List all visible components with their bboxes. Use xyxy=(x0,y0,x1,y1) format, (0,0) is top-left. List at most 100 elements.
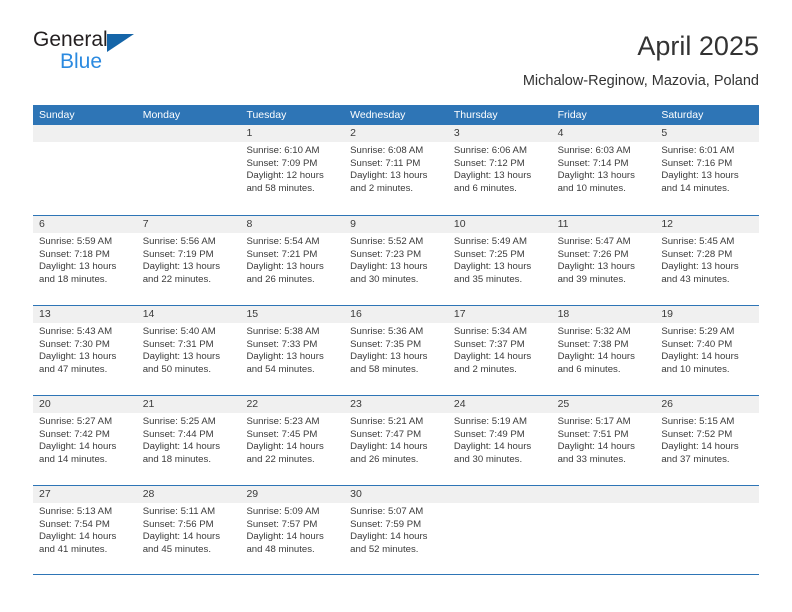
calendar-day-cell[interactable]: 23 Sunrise: 5:21 AM Sunset: 7:47 PM Dayligh… xyxy=(344,396,448,485)
calendar-day-cell[interactable]: 11 Sunrise: 5:47 AM Sunset: 7:26 PM Dayligh… xyxy=(551,216,656,305)
daylight-duration-line2: and 33 minutes. xyxy=(557,453,626,465)
day-sun-info: Sunrise: 5:29 AM Sunset: 7:40 PM Daylight:… xyxy=(655,323,759,376)
sunrise-time: Sunrise: 5:11 AM xyxy=(142,506,216,517)
daylight-duration-line2: and 37 minutes. xyxy=(661,453,730,465)
calendar-day-cell[interactable]: 14 Sunrise: 5:40 AM Sunset: 7:31 PM Dayligh… xyxy=(136,306,241,395)
calendar-day-cell[interactable]: 30 Sunrise: 5:07 AM Sunset: 7:59 PM Dayligh… xyxy=(344,486,448,574)
daylight-duration-line1: Daylight: 14 hours xyxy=(350,441,428,453)
day-number: 19 xyxy=(655,306,760,323)
calendar-day-cell[interactable]: 4 Sunrise: 6:03 AM Sunset: 7:14 PM Daylight… xyxy=(551,125,656,215)
daylight-duration-line2: and 26 minutes. xyxy=(246,273,315,285)
calendar-day-cell[interactable]: 27 Sunrise: 5:13 AM Sunset: 7:54 PM Dayligh… xyxy=(33,486,137,574)
calendar-day-cell[interactable]: 15 Sunrise: 5:38 AM Sunset: 7:33 PM Dayligh… xyxy=(240,306,345,395)
daylight-duration-line2: and 14 minutes. xyxy=(39,453,108,465)
calendar-day-cell[interactable]: 18 Sunrise: 5:32 AM Sunset: 7:38 PM Dayligh… xyxy=(551,306,656,395)
general-blue-logo[interactable]: General Blue xyxy=(33,28,163,78)
sunrise-time: Sunrise: 5:25 AM xyxy=(142,416,216,427)
sunrise-time: Sunrise: 6:01 AM xyxy=(661,145,735,156)
daylight-duration-line2: and 18 minutes. xyxy=(39,273,108,285)
calendar-day-cell[interactable]: 26 Sunrise: 5:15 AM Sunset: 7:52 PM Dayligh… xyxy=(655,396,760,485)
day-sun-info: Sunrise: 5:54 AM Sunset: 7:21 PM Daylight:… xyxy=(240,233,344,286)
calendar-day-cell[interactable]: 13 Sunrise: 5:43 AM Sunset: 7:30 PM Dayligh… xyxy=(33,306,137,395)
sunset-time: Sunset: 7:30 PM xyxy=(39,338,110,350)
sunset-time: Sunset: 7:16 PM xyxy=(661,157,733,169)
day-number: 4 xyxy=(551,125,656,142)
weekday-header-wednesday: Wednesday xyxy=(350,109,406,121)
calendar-day-cell[interactable]: 24 Sunrise: 5:19 AM Sunset: 7:49 PM Dayligh… xyxy=(447,396,552,485)
daylight-duration-line1: Daylight: 13 hours xyxy=(246,261,324,273)
sunset-time: Sunset: 7:49 PM xyxy=(453,428,525,440)
day-number: 23 xyxy=(344,396,448,413)
daylight-duration-line1: Daylight: 14 hours xyxy=(350,531,428,543)
calendar-day-cell[interactable]: 6 Sunrise: 5:59 AM Sunset: 7:18 PM Daylight… xyxy=(33,216,137,305)
calendar-day-cell[interactable]: 9 Sunrise: 5:52 AM Sunset: 7:23 PM Daylight… xyxy=(344,216,448,305)
daylight-duration-line2: and 18 minutes. xyxy=(142,453,211,465)
sunrise-time: Sunrise: 5:49 AM xyxy=(453,236,527,247)
day-sun-info: Sunrise: 6:06 AM Sunset: 7:12 PM Daylight:… xyxy=(448,142,552,195)
sunset-time: Sunset: 7:26 PM xyxy=(557,248,629,260)
calendar-day-cell[interactable]: 22 Sunrise: 5:23 AM Sunset: 7:45 PM Dayligh… xyxy=(240,396,345,485)
daylight-duration-line1: Daylight: 13 hours xyxy=(557,170,635,182)
calendar-day-cell[interactable]: 17 Sunrise: 5:34 AM Sunset: 7:37 PM Dayligh… xyxy=(447,306,552,395)
sunset-time: Sunset: 7:38 PM xyxy=(557,338,629,350)
calendar-day-cell-empty xyxy=(551,486,656,574)
calendar-day-cell[interactable]: 3 Sunrise: 6:06 AM Sunset: 7:12 PM Daylight… xyxy=(447,125,552,215)
calendar-day-cell[interactable]: 5 Sunrise: 6:01 AM Sunset: 7:16 PM Daylight… xyxy=(655,125,760,215)
daylight-duration-line1: Daylight: 14 hours xyxy=(557,351,635,363)
daylight-duration-line2: and 48 minutes. xyxy=(246,543,315,555)
daylight-duration-line2: and 6 minutes. xyxy=(453,182,517,194)
calendar-day-cell[interactable]: 20 Sunrise: 5:27 AM Sunset: 7:42 PM Dayligh… xyxy=(33,396,137,485)
calendar-day-cell[interactable]: 19 Sunrise: 5:29 AM Sunset: 7:40 PM Dayligh… xyxy=(655,306,760,395)
calendar-day-cell[interactable]: 8 Sunrise: 5:54 AM Sunset: 7:21 PM Daylight… xyxy=(240,216,345,305)
sunrise-time: Sunrise: 5:15 AM xyxy=(661,416,735,427)
calendar-day-cell[interactable]: 28 Sunrise: 5:11 AM Sunset: 7:56 PM Dayligh… xyxy=(136,486,241,574)
daylight-duration-line1: Daylight: 13 hours xyxy=(350,170,428,182)
page-header: General Blue April 2025 Michalow-Reginow… xyxy=(33,28,759,98)
calendar-page: General Blue April 2025 Michalow-Reginow… xyxy=(0,0,792,612)
daylight-duration-line1: Daylight: 13 hours xyxy=(661,261,739,273)
sunset-time: Sunset: 7:33 PM xyxy=(246,338,318,350)
day-number: 12 xyxy=(655,216,760,233)
daylight-duration-line1: Daylight: 14 hours xyxy=(557,441,635,453)
weekday-header-friday: Friday xyxy=(557,109,587,121)
calendar-day-cell[interactable]: 2 Sunrise: 6:08 AM Sunset: 7:11 PM Daylight… xyxy=(344,125,448,215)
weekday-header-row: Sunday Monday Tuesday Wednesday Thursday… xyxy=(33,105,759,125)
day-number: 14 xyxy=(136,306,241,323)
day-sun-info: Sunrise: 5:49 AM Sunset: 7:25 PM Daylight:… xyxy=(448,233,552,286)
day-number: 10 xyxy=(447,216,552,233)
sunset-time: Sunset: 7:09 PM xyxy=(246,157,318,169)
calendar-week-row: 6 Sunrise: 5:59 AM Sunset: 7:18 PM Daylight… xyxy=(33,215,760,305)
day-number: 21 xyxy=(136,396,241,413)
calendar-day-cell-empty xyxy=(447,486,552,574)
daylight-duration-line2: and 30 minutes. xyxy=(350,273,419,285)
day-sun-info: Sunrise: 5:52 AM Sunset: 7:23 PM Daylight:… xyxy=(344,233,448,286)
day-number: 8 xyxy=(240,216,345,233)
sunset-time: Sunset: 7:21 PM xyxy=(246,248,318,260)
calendar-weeks: 1 Sunrise: 6:10 AM Sunset: 7:09 PM Daylight… xyxy=(33,125,760,575)
calendar-day-cell-empty xyxy=(655,486,760,574)
daylight-duration-line1: Daylight: 13 hours xyxy=(39,261,117,273)
daylight-duration-line1: Daylight: 13 hours xyxy=(142,351,221,363)
daylight-duration-line2: and 14 minutes. xyxy=(661,182,730,194)
day-number: 11 xyxy=(551,216,656,233)
calendar-day-cell[interactable]: 29 Sunrise: 5:09 AM Sunset: 7:57 PM Dayligh… xyxy=(240,486,345,574)
daylight-duration-line2: and 10 minutes. xyxy=(661,363,730,375)
day-number: 22 xyxy=(240,396,345,413)
calendar-day-cell[interactable]: 1 Sunrise: 6:10 AM Sunset: 7:09 PM Daylight… xyxy=(240,125,345,215)
calendar-day-cell[interactable]: 7 Sunrise: 5:56 AM Sunset: 7:19 PM Daylight… xyxy=(136,216,241,305)
day-sun-info: Sunrise: 5:38 AM Sunset: 7:33 PM Daylight:… xyxy=(240,323,344,376)
daylight-duration-line1: Daylight: 14 hours xyxy=(661,441,739,453)
daylight-duration-line1: Daylight: 14 hours xyxy=(246,441,324,453)
day-number: 24 xyxy=(447,396,552,413)
calendar-day-cell[interactable]: 25 Sunrise: 5:17 AM Sunset: 7:51 PM Dayligh… xyxy=(551,396,656,485)
day-sun-info: Sunrise: 5:11 AM Sunset: 7:56 PM Daylight:… xyxy=(137,503,241,556)
day-sun-info: Sunrise: 6:01 AM Sunset: 7:16 PM Daylight:… xyxy=(655,142,759,195)
calendar-day-cell[interactable]: 16 Sunrise: 5:36 AM Sunset: 7:35 PM Dayligh… xyxy=(344,306,448,395)
calendar-day-cell[interactable]: 12 Sunrise: 5:45 AM Sunset: 7:28 PM Dayligh… xyxy=(655,216,760,305)
daylight-duration-line2: and 6 minutes. xyxy=(557,363,621,375)
calendar-day-cell[interactable]: 21 Sunrise: 5:25 AM Sunset: 7:44 PM Dayligh… xyxy=(136,396,241,485)
day-number xyxy=(551,486,656,503)
page-subtitle-location: Michalow-Reginow, Mazovia, Poland xyxy=(522,73,759,89)
sunrise-time: Sunrise: 5:21 AM xyxy=(350,416,424,427)
calendar-day-cell[interactable]: 10 Sunrise: 5:49 AM Sunset: 7:25 PM Dayligh… xyxy=(447,216,552,305)
